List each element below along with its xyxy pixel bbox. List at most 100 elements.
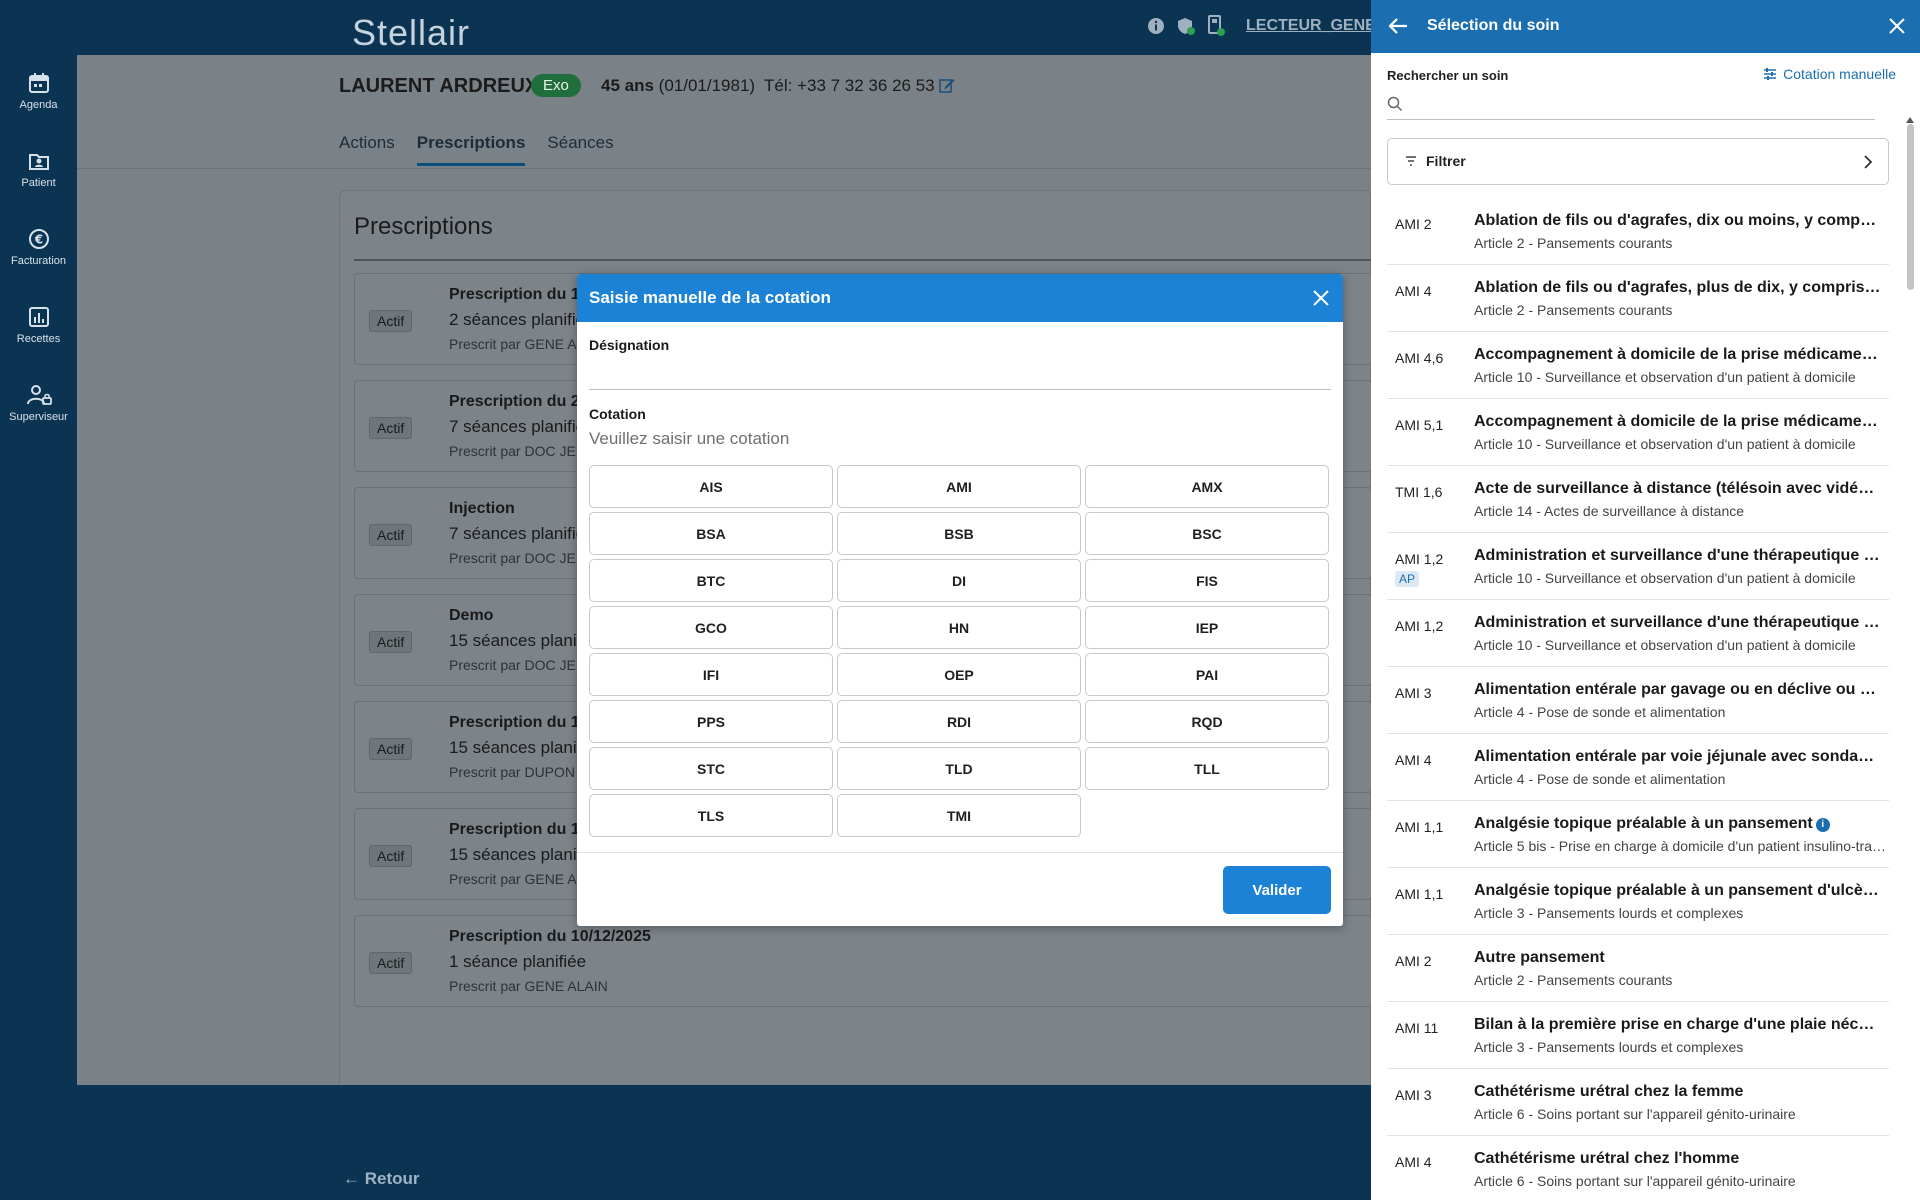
search-input[interactable] [1387, 92, 1875, 120]
nav-patient[interactable]: Patient [0, 149, 77, 189]
calendar-icon [28, 73, 49, 93]
soin-code: AMI 3 [1395, 685, 1432, 701]
soin-list-item[interactable]: AMI 1,1 Analgésie topique préalable à un … [1387, 801, 1889, 868]
close-icon[interactable] [1311, 288, 1331, 313]
chart-icon [28, 307, 49, 327]
soin-list-item[interactable]: AMI 4,6 Accompagnement à domicile de la p… [1387, 332, 1889, 399]
nav-recettes[interactable]: Recettes [0, 305, 77, 345]
soin-title: Accompagnement à domicile de la prise mé… [1474, 346, 1882, 364]
supervisor-icon [26, 385, 52, 405]
cotation-code-button[interactable]: BSA [589, 512, 833, 555]
soin-title-text: Administration et surveillance d'une thé… [1474, 614, 1882, 631]
patient-birthdate: (01/01/1981) [658, 76, 756, 95]
prescription-seances: 1 séance planifiée [449, 952, 587, 971]
tab-prescriptions[interactable]: Prescriptions [416, 133, 526, 166]
cotation-code-button[interactable]: PPS [589, 700, 833, 743]
tab-seances[interactable]: Séances [547, 133, 613, 166]
soin-code: AMI 4 [1395, 1154, 1432, 1170]
cotation-code-button[interactable]: TMI [837, 794, 1081, 837]
cotation-code-button[interactable]: TLS [589, 794, 833, 837]
nav-facturation[interactable]: € Facturation [0, 227, 77, 267]
edit-icon[interactable] [939, 77, 955, 98]
scrollbar[interactable] [1906, 117, 1914, 1200]
cotation-code-button[interactable]: STC [589, 747, 833, 790]
soin-code: AMI 5,1 [1395, 417, 1444, 433]
designation-label: Désignation [589, 337, 670, 353]
validate-button[interactable]: Valider [1223, 866, 1331, 914]
soin-list-item[interactable]: AMI 5,1 Accompagnement à domicile de la p… [1387, 399, 1889, 466]
cotation-code-button[interactable]: AMX [1085, 465, 1329, 508]
cotation-code-button[interactable]: RQD [1085, 700, 1329, 743]
nav-agenda-label: Agenda [19, 99, 58, 111]
soin-list-item[interactable]: AMI 11 Bilan à la première prise en charg… [1387, 1002, 1889, 1069]
soin-title: Ablation de fils ou d'agrafes, dix ou mo… [1474, 212, 1882, 230]
soin-title: Administration et surveillance d'une thé… [1474, 547, 1882, 565]
app-logo[interactable]: Stellair [352, 12, 470, 54]
soin-article: Article 6 - Soins portant sur l'appareil… [1474, 1173, 1796, 1189]
reader-label[interactable]: LECTEUR_GENE [1246, 17, 1376, 35]
cotation-code-button[interactable]: BSC [1085, 512, 1329, 555]
soin-list-item[interactable]: AMI 1,2 Administration et surveillance d'… [1387, 600, 1889, 667]
soin-list-item[interactable]: AMI 4 Alimentation entérale par voie jéju… [1387, 734, 1889, 801]
card-reader-icon[interactable] [1206, 15, 1226, 36]
cotation-code-button[interactable]: TLL [1085, 747, 1329, 790]
cotation-input[interactable]: Veuillez saisir une cotation [589, 429, 789, 449]
cotation-code-button[interactable]: RDI [837, 700, 1081, 743]
patient-header: LAURENT ARDREUX Exo 45 ans (01/01/1981) … [77, 55, 1371, 117]
soin-list-item[interactable]: AMI 4 Ablation de fils ou d'agrafes, plus… [1387, 265, 1889, 332]
cotation-code-button[interactable]: HN [837, 606, 1081, 649]
prescription-row[interactable]: Actif Prescription du 10/12/2025 1 séanc… [354, 915, 1372, 1007]
tab-actions[interactable]: Actions [339, 133, 395, 166]
cotation-code-button[interactable]: OEP [837, 653, 1081, 696]
prescription-title: Prescription du 21 [449, 393, 589, 410]
soin-list-item[interactable]: AMI 4 Cathétérisme urétral chez l'homme Ar… [1387, 1136, 1889, 1200]
arrow-left-icon[interactable] [1387, 16, 1409, 41]
soin-list-item[interactable]: AMI 2 Autre pansement Article 2 - Pansemen… [1387, 935, 1889, 1002]
back-link[interactable]: ← Retour [343, 1169, 420, 1189]
soin-list-item[interactable]: AMI 3 Cathétérisme urétral chez la femme A… [1387, 1069, 1889, 1136]
designation-input[interactable] [589, 389, 1331, 390]
soin-title: Administration et surveillance d'une thé… [1474, 614, 1882, 632]
manual-cotation-modal: Saisie manuelle de la cotation Désignati… [577, 274, 1343, 926]
soin-list-item[interactable]: AMI 1,2 AP Administration et surveillance … [1387, 533, 1889, 600]
cotation-code-button[interactable]: GCO [589, 606, 833, 649]
soin-title-text: Alimentation entérale par voie jéjunale … [1474, 748, 1882, 765]
scroll-up-arrow[interactable] [1906, 117, 1914, 123]
prescription-title: Injection [449, 500, 515, 517]
nav-superviseur[interactable]: Superviseur [0, 383, 77, 423]
soin-list-item[interactable]: AMI 1,1 Analgésie topique préalable à un … [1387, 868, 1889, 935]
soin-list-item[interactable]: AMI 3 Alimentation entérale par gavage ou… [1387, 667, 1889, 734]
prescription-title: Prescription du 11 [449, 821, 588, 838]
info-icon[interactable]: i [1815, 818, 1830, 832]
soin-list: AMI 2 Ablation de fils ou d'agrafes, dix … [1387, 198, 1889, 1200]
soin-list-item[interactable]: AMI 2 Ablation de fils ou d'agrafes, dix … [1387, 198, 1889, 265]
cotation-code-button[interactable]: AMI [837, 465, 1081, 508]
cotation-code-button[interactable]: PAI [1085, 653, 1329, 696]
filter-button[interactable]: Filtrer [1387, 138, 1889, 185]
manual-cotation-link[interactable]: Cotation manuelle [1763, 66, 1896, 82]
soin-title: Analgésie topique préalable à un panseme… [1474, 815, 1882, 833]
soin-code: AMI 3 [1395, 1087, 1432, 1103]
close-icon[interactable] [1888, 17, 1906, 40]
cotation-code-button[interactable]: AIS [589, 465, 833, 508]
cotation-code-button[interactable]: FIS [1085, 559, 1329, 602]
patient-age: 45 ans (01/01/1981) [601, 76, 755, 96]
shield-icon[interactable] [1176, 16, 1196, 36]
soin-title-text: Cathétérisme urétral chez l'homme [1474, 1150, 1740, 1167]
prescription-seances: 15 séances planif [449, 631, 582, 650]
cotation-code-button[interactable]: BTC [589, 559, 833, 602]
soin-code: AMI 1,2 [1395, 618, 1444, 634]
cotation-code-button[interactable]: DI [837, 559, 1081, 602]
cotation-code-button[interactable]: IEP [1085, 606, 1329, 649]
prescription-prescriber: Prescrit par GENE ALAIN [449, 978, 608, 994]
cotation-code-button[interactable]: BSB [837, 512, 1081, 555]
nav-agenda[interactable]: Agenda [0, 71, 77, 111]
cotation-code-button[interactable]: IFI [589, 653, 833, 696]
scroll-thumb[interactable] [1907, 124, 1914, 290]
prescription-prescriber: Prescrit par GENE A [449, 336, 577, 352]
soin-article: Article 10 - Surveillance et observation… [1474, 570, 1856, 586]
cotation-code-button[interactable]: TLD [837, 747, 1081, 790]
prescription-prescriber: Prescrit par GENE A [449, 871, 577, 887]
info-icon[interactable] [1146, 16, 1166, 36]
soin-list-item[interactable]: TMI 1,6 Acte de surveillance à distance (… [1387, 466, 1889, 533]
